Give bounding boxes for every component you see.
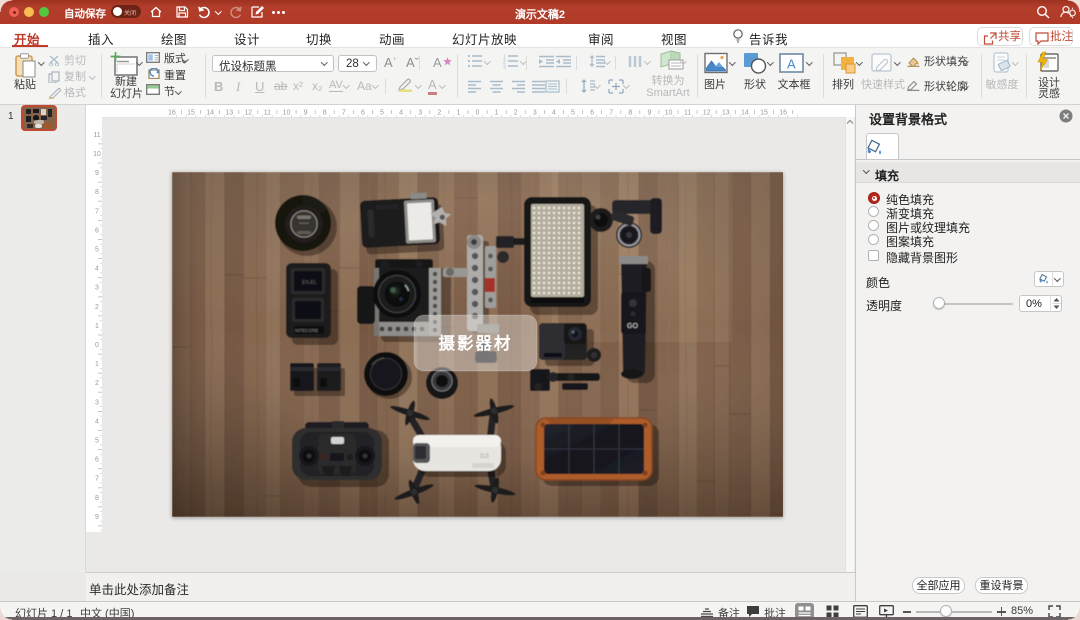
svg-text:10: 10	[283, 110, 291, 117]
svg-text:14: 14	[206, 110, 214, 117]
svg-text:6: 6	[95, 457, 99, 464]
svg-text:NITECORE: NITECORE	[295, 328, 318, 333]
svg-text:16: 16	[168, 110, 176, 117]
svg-text:8: 8	[95, 495, 99, 502]
svg-text:4: 4	[95, 418, 99, 425]
svg-text:12: 12	[244, 110, 252, 117]
svg-text:15: 15	[760, 110, 768, 117]
svg-text:8: 8	[628, 110, 632, 117]
svg-text:12: 12	[703, 110, 711, 117]
svg-text:1: 1	[495, 110, 499, 117]
svg-text:5: 5	[571, 110, 575, 117]
svg-text:0: 0	[476, 110, 480, 117]
svg-text:7: 7	[609, 110, 613, 117]
svg-text:EN-EL: EN-EL	[302, 280, 317, 286]
svg-text:DJI: DJI	[480, 454, 489, 460]
svg-text:摄影器材: 摄影器材	[439, 333, 513, 353]
svg-text:8: 8	[323, 110, 327, 117]
svg-text:3: 3	[503, 65, 506, 70]
svg-text:6: 6	[95, 227, 99, 234]
svg-text:1: 1	[95, 323, 99, 330]
svg-text:4: 4	[399, 110, 403, 117]
svg-text:9: 9	[647, 110, 651, 117]
svg-text:2: 2	[95, 304, 99, 311]
svg-text:6: 6	[361, 110, 365, 117]
svg-text:14: 14	[741, 110, 749, 117]
svg-text:7: 7	[342, 110, 346, 117]
svg-text:9: 9	[95, 170, 99, 177]
svg-text:16: 16	[779, 110, 787, 117]
svg-text:0: 0	[95, 342, 99, 349]
svg-text:7: 7	[95, 208, 99, 215]
svg-text:4: 4	[95, 266, 99, 273]
svg-text:6: 6	[590, 110, 594, 117]
svg-text:9: 9	[95, 514, 99, 521]
svg-text:13: 13	[225, 110, 233, 117]
svg-text:3: 3	[533, 110, 537, 117]
svg-text:7: 7	[95, 476, 99, 483]
svg-text:10: 10	[93, 151, 101, 158]
svg-text:2: 2	[95, 380, 99, 387]
svg-text:11: 11	[264, 110, 271, 117]
svg-text:A: A	[787, 57, 796, 72]
svg-text:2: 2	[514, 110, 518, 117]
svg-text:2: 2	[437, 110, 441, 117]
svg-text:8: 8	[95, 189, 99, 196]
svg-text:1: 1	[456, 110, 460, 117]
svg-text:5: 5	[95, 247, 99, 254]
svg-text:11: 11	[93, 132, 100, 139]
svg-text:3: 3	[418, 110, 422, 117]
svg-text:9: 9	[304, 110, 308, 117]
svg-text:4: 4	[552, 110, 556, 117]
svg-text:GO: GO	[627, 323, 638, 330]
svg-text:5: 5	[380, 110, 384, 117]
svg-text:10: 10	[665, 110, 673, 117]
svg-text:5: 5	[95, 438, 99, 445]
svg-text:1: 1	[95, 361, 99, 368]
svg-text:3: 3	[95, 399, 99, 406]
svg-text:11: 11	[684, 110, 691, 117]
svg-text:13: 13	[722, 110, 730, 117]
svg-text:15: 15	[187, 110, 195, 117]
svg-text:3: 3	[95, 285, 99, 292]
